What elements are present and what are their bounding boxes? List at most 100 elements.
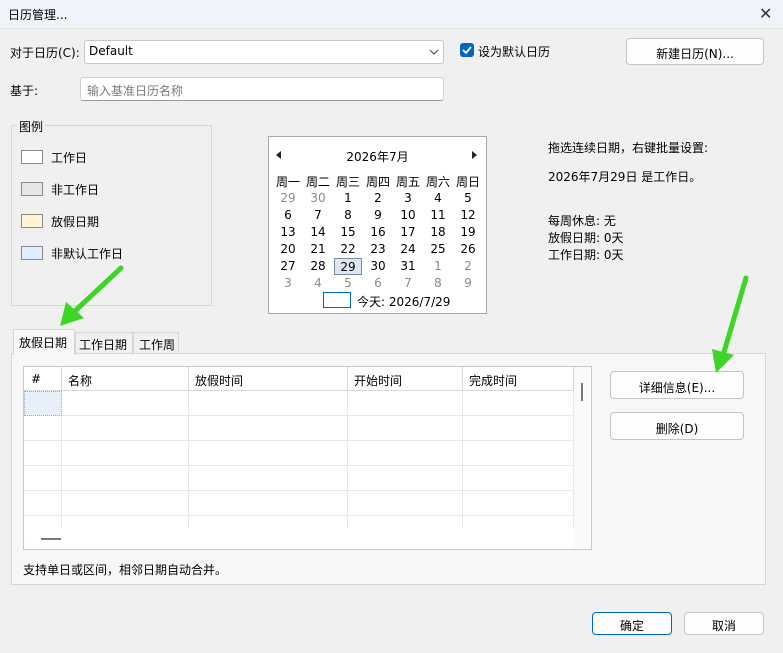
table-cell[interactable] (348, 391, 463, 416)
tab-workdays[interactable]: 工作日期 (75, 332, 133, 354)
calendar-day[interactable]: 27 (273, 259, 303, 273)
column-header[interactable]: 完成时间 (463, 367, 574, 391)
based-on-input[interactable]: 输入基准日历名称 (80, 77, 444, 101)
next-month-icon[interactable] (472, 151, 478, 159)
table-cell[interactable] (24, 491, 62, 516)
column-header[interactable]: # (24, 367, 62, 391)
calendar-day[interactable]: 5 (333, 276, 363, 290)
calendar-day[interactable]: 16 (363, 225, 393, 239)
table-row[interactable] (24, 441, 574, 466)
calendar-day[interactable]: 17 (393, 225, 423, 239)
table-row[interactable] (24, 391, 574, 416)
cancel-button[interactable]: 取消 (684, 612, 764, 635)
table-cell[interactable] (62, 441, 189, 466)
calendar-day[interactable]: 2 (453, 259, 483, 273)
calendar-day[interactable]: 28 (303, 259, 333, 273)
table-cell[interactable] (348, 491, 463, 516)
vertical-scrollbar[interactable] (574, 367, 590, 548)
month-calendar[interactable]: 2026年7月 周一 周二 周三 周四 周五 周六 周日 29 30 1 2 3 4 5 6 7 8 9 10 11 1… (268, 136, 487, 314)
table-cell[interactable] (463, 391, 574, 416)
calendar-day[interactable]: 4 (303, 276, 333, 290)
scrollbar-thumb[interactable] (41, 538, 61, 540)
table-cell[interactable] (62, 466, 189, 491)
table-cell[interactable] (189, 391, 348, 416)
details-button[interactable]: 详细信息(E)... (610, 371, 744, 399)
delete-button[interactable]: 删除(D) (610, 412, 744, 440)
default-calendar-label[interactable]: 设为默认日历 (478, 43, 550, 60)
calendar-day[interactable]: 30 (363, 259, 393, 273)
table-cell[interactable] (62, 391, 189, 416)
calendar-day[interactable]: 24 (393, 242, 423, 256)
calendar-day[interactable]: 21 (303, 242, 333, 256)
table-cell[interactable] (463, 416, 574, 441)
calendar-day[interactable]: 30 (303, 191, 333, 205)
calendar-select[interactable]: Default (84, 40, 444, 64)
table-cell[interactable] (348, 441, 463, 466)
calendar-day[interactable]: 5 (453, 191, 483, 205)
horizontal-scrollbar[interactable] (25, 528, 574, 548)
table-cell[interactable] (62, 416, 189, 441)
table-cell[interactable] (62, 491, 189, 516)
today-label[interactable]: 今天: 2026/7/29 (357, 293, 450, 310)
calendar-day[interactable]: 2 (363, 191, 393, 205)
calendar-day[interactable]: 31 (393, 259, 423, 273)
calendar-day[interactable]: 8 (333, 208, 363, 222)
table-cell[interactable] (189, 466, 348, 491)
table-row[interactable] (24, 491, 574, 516)
table-cell[interactable] (463, 466, 574, 491)
calendar-day[interactable]: 1 (423, 259, 453, 273)
calendar-day[interactable]: 14 (303, 225, 333, 239)
table-cell[interactable] (348, 466, 463, 491)
close-icon[interactable]: ✕ (759, 4, 772, 23)
calendar-day[interactable]: 4 (423, 191, 453, 205)
column-header[interactable]: 名称 (62, 367, 189, 391)
calendar-day-selected[interactable]: 29 (334, 258, 362, 275)
table-cell[interactable] (463, 491, 574, 516)
calendar-day[interactable]: 12 (453, 208, 483, 222)
table-cell[interactable] (348, 416, 463, 441)
tab-holiday[interactable]: 放假日期 (13, 329, 75, 355)
calendar-day[interactable]: 1 (333, 191, 363, 205)
default-calendar-checkbox[interactable] (460, 43, 474, 57)
calendar-day[interactable]: 23 (363, 242, 393, 256)
table-cell[interactable] (24, 391, 62, 416)
table-cell[interactable] (189, 441, 348, 466)
calendar-day[interactable]: 25 (423, 242, 453, 256)
table-cell[interactable] (24, 416, 62, 441)
table-cell[interactable] (189, 416, 348, 441)
calendar-day[interactable]: 9 (363, 208, 393, 222)
table-cell[interactable] (24, 441, 62, 466)
calendar-day[interactable]: 19 (453, 225, 483, 239)
calendar-day[interactable]: 3 (393, 191, 423, 205)
table-cell[interactable] (463, 441, 574, 466)
calendar-day[interactable]: 6 (363, 276, 393, 290)
calendar-day[interactable]: 11 (423, 208, 453, 222)
calendar-day[interactable]: 7 (303, 208, 333, 222)
holiday-table[interactable]: # 名称 放假时间 开始时间 完成时间 (23, 366, 592, 550)
ok-button[interactable]: 确定 (592, 612, 672, 635)
calendar-day[interactable]: 7 (393, 276, 423, 290)
table-cell[interactable] (24, 466, 62, 491)
column-header[interactable]: 开始时间 (348, 367, 463, 391)
column-header[interactable]: 放假时间 (189, 367, 348, 391)
tab-workweek[interactable]: 工作周 (133, 332, 179, 354)
calendar-day[interactable]: 13 (273, 225, 303, 239)
hint-text: 拖选连续日期，右键批量设置: (548, 141, 709, 155)
legend-swatch (21, 214, 43, 228)
calendar-day[interactable]: 6 (273, 208, 303, 222)
calendar-day[interactable]: 3 (273, 276, 303, 290)
calendar-day[interactable]: 8 (423, 276, 453, 290)
calendar-day[interactable]: 29 (273, 191, 303, 205)
calendar-day[interactable]: 10 (393, 208, 423, 222)
calendar-day[interactable]: 9 (453, 276, 483, 290)
calendar-day[interactable]: 20 (273, 242, 303, 256)
table-row[interactable] (24, 416, 574, 441)
new-calendar-button[interactable]: 新建日历(N)... (626, 38, 764, 65)
calendar-day[interactable]: 15 (333, 225, 363, 239)
calendar-day[interactable]: 26 (453, 242, 483, 256)
vscroll-thumb[interactable] (581, 383, 583, 401)
table-row[interactable] (24, 466, 574, 491)
calendar-day[interactable]: 18 (423, 225, 453, 239)
table-cell[interactable] (189, 491, 348, 516)
calendar-day[interactable]: 22 (333, 242, 363, 256)
